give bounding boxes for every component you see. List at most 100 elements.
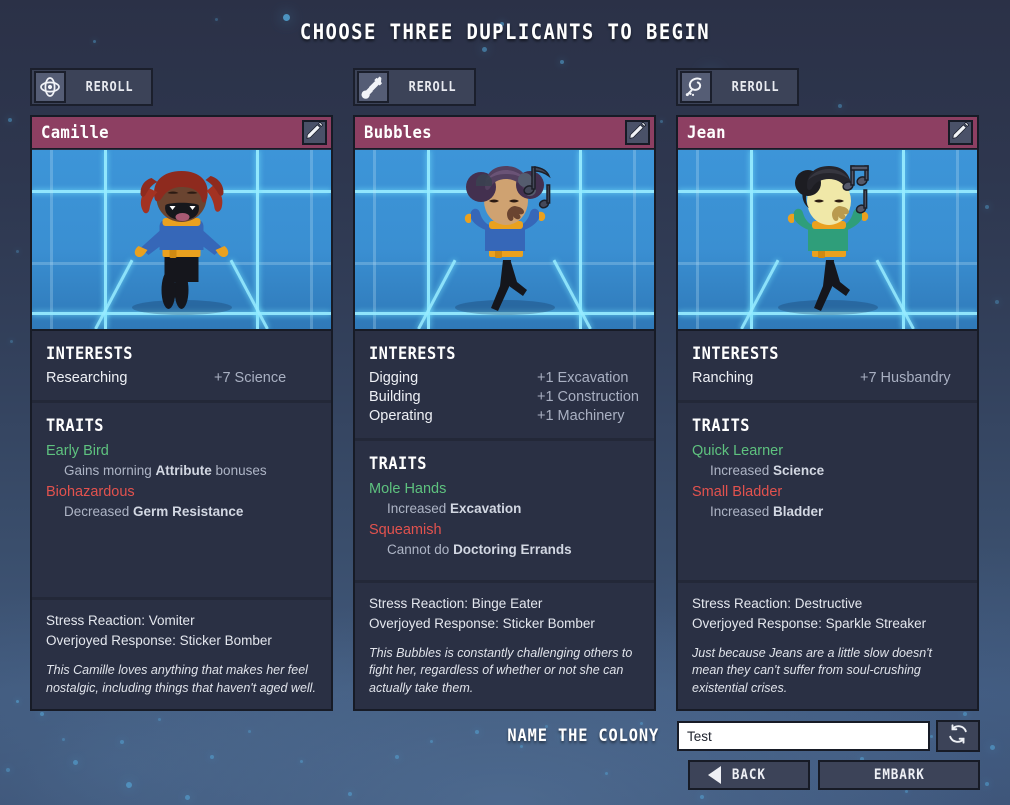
reroll-button-jean[interactable]: REROLL xyxy=(676,68,799,106)
trait-desc-attribute: Excavation xyxy=(450,501,522,516)
interest-bonus: +7 Science xyxy=(214,370,287,386)
interest-bonus: +1 Excavation xyxy=(537,370,629,386)
reroll-button-label: REROLL xyxy=(408,79,457,95)
duplicant-portrait xyxy=(678,150,977,331)
interests-section: INTERESTS Researching +7 Science xyxy=(32,331,331,403)
edit-name-button[interactable] xyxy=(302,120,327,145)
trait-name: Early Bird xyxy=(46,443,109,459)
reroll-button-bubbles[interactable]: REROLL xyxy=(353,68,476,106)
page-title: CHOOSE THREE DUPLICANTS TO BEGIN xyxy=(299,20,711,44)
trait-desc-prefix: Decreased xyxy=(64,504,134,519)
duplicant-name-header: Camille xyxy=(32,117,331,149)
interest-bonus: +1 Construction xyxy=(537,389,639,405)
trait-desc-prefix: Increased xyxy=(710,463,774,478)
trait-name: Small Bladder xyxy=(692,484,783,500)
stress-reaction: Stress Reaction: Binge Eater xyxy=(369,595,543,611)
interest-row: Operating +1 Machinery xyxy=(369,407,640,426)
trait-desc-suffix: bonuses xyxy=(211,463,267,478)
pencil-icon xyxy=(305,121,324,145)
trait-row: Biohazardous Decreased Germ Resistance xyxy=(46,482,317,521)
trait-description: Cannot do Doctoring Errands xyxy=(369,540,640,559)
shovel-icon xyxy=(357,71,389,103)
overjoyed-response: Overjoyed Response: Sticker Bomber xyxy=(46,633,272,648)
bio-section: Stress Reaction: Vomiter Overjoyed Respo… xyxy=(32,600,331,709)
stress-reaction: Stress Reaction: Destructive xyxy=(692,595,863,611)
duplicant-portrait xyxy=(32,150,331,331)
trait-desc-attribute: Germ Resistance xyxy=(133,504,244,519)
back-button[interactable]: BACK xyxy=(688,760,810,790)
duplicant-column-bubbles: REROLL Bubbles INTERESTS Digging +1 Exca… xyxy=(353,68,656,711)
trait-row: Small Bladder Increased Bladder xyxy=(692,482,963,521)
duplicant-name: Jean xyxy=(687,122,726,143)
interests-section: INTERESTS Ranching +7 Husbandry xyxy=(678,331,977,403)
trait-row: Quick Learner Increased Science xyxy=(692,441,963,480)
pencil-icon xyxy=(951,121,970,145)
duplicant-name-header: Jean xyxy=(678,117,977,149)
trait-name: Mole Hands xyxy=(369,481,447,497)
duplicant-card: Bubbles INTERESTS Digging +1 Excavation … xyxy=(353,115,656,711)
duplicant-column-jean: REROLL Jean INTERESTS Ranching +7 Husban… xyxy=(676,68,979,711)
trait-desc-attribute: Science xyxy=(773,463,825,478)
ranching-icon xyxy=(680,71,712,103)
edit-name-button[interactable] xyxy=(625,120,650,145)
colony-name-input[interactable] xyxy=(677,721,930,751)
traits-title: TRAITS xyxy=(46,416,104,436)
interest-name: Building xyxy=(369,389,421,405)
duplicant-bio: Just because Jeans are a little slow doe… xyxy=(692,645,933,695)
trait-description: Increased Excavation xyxy=(369,499,640,518)
trait-row: Squeamish Cannot do Doctoring Errands xyxy=(369,520,640,559)
reroll-button-camille[interactable]: REROLL xyxy=(30,68,153,106)
stress-reaction: Stress Reaction: Vomiter xyxy=(46,613,195,628)
traits-section: TRAITS Mole Hands Increased Excavation S… xyxy=(355,441,654,583)
reroll-button-label: REROLL xyxy=(731,79,780,95)
duplicant-bio: This Camille loves anything that makes h… xyxy=(46,663,316,695)
interest-name: Digging xyxy=(369,370,419,386)
duplicant-columns: REROLL Camille INTERESTS Researching +7 … xyxy=(30,68,980,711)
traits-section: TRAITS Quick Learner Increased Science S… xyxy=(678,403,977,583)
interest-row: Digging +1 Excavation xyxy=(369,369,640,388)
randomize-colony-name-button[interactable] xyxy=(936,720,980,752)
duplicant-sprite xyxy=(445,164,565,324)
interests-section: INTERESTS Digging +1 Excavation Building… xyxy=(355,331,654,441)
refresh-icon xyxy=(947,723,969,750)
interest-bonus: +1 Machinery xyxy=(537,408,625,424)
traits-section: TRAITS Early Bird Gains morning Attribut… xyxy=(32,403,331,600)
interest-row: Ranching +7 Husbandry xyxy=(692,369,963,388)
trait-row: Early Bird Gains morning Attribute bonus… xyxy=(46,441,317,480)
duplicant-column-camille: REROLL Camille INTERESTS Researching +7 … xyxy=(30,68,333,711)
trait-name: Quick Learner xyxy=(692,443,784,459)
duplicant-portrait xyxy=(355,150,654,331)
interests-title: INTERESTS xyxy=(369,344,456,364)
duplicant-name: Bubbles xyxy=(364,122,432,143)
duplicant-card: Camille INTERESTS Researching +7 Science… xyxy=(30,115,333,711)
traits-title: TRAITS xyxy=(692,416,750,436)
colony-name-label: NAME THE COLONY xyxy=(507,726,660,746)
action-button-row: BACK EMBARK xyxy=(688,760,980,790)
triangle-left-icon xyxy=(708,766,721,784)
embark-button[interactable]: EMBARK xyxy=(818,760,980,790)
trait-name: Biohazardous xyxy=(46,484,135,500)
interest-name: Ranching xyxy=(692,370,754,386)
duplicant-card: Jean INTERESTS Ranching +7 Husbandry TRA… xyxy=(676,115,979,711)
duplicant-bio: This Bubbles is constantly challenging o… xyxy=(369,645,633,695)
traits-title: TRAITS xyxy=(369,454,427,474)
overjoyed-response: Overjoyed Response: Sticker Bomber xyxy=(369,615,595,631)
embark-button-label: EMBARK xyxy=(873,767,925,783)
bio-section: Stress Reaction: Destructive Overjoyed R… xyxy=(678,583,977,710)
interest-row: Researching +7 Science xyxy=(46,369,317,388)
trait-name: Squeamish xyxy=(369,522,442,538)
edit-name-button[interactable] xyxy=(948,120,973,145)
bottom-bar: NAME THE COLONY BACK EMBARK xyxy=(0,710,1010,805)
atom-icon xyxy=(34,71,66,103)
trait-row: Mole Hands Increased Excavation xyxy=(369,479,640,518)
trait-description: Decreased Germ Resistance xyxy=(46,502,317,521)
duplicant-sprite xyxy=(124,164,239,319)
interest-bonus: +7 Husbandry xyxy=(860,370,951,386)
back-button-label: BACK xyxy=(732,767,766,783)
trait-desc-attribute: Doctoring Errands xyxy=(453,542,572,557)
overjoyed-response: Overjoyed Response: Sparkle Streaker xyxy=(692,615,927,631)
bio-section: Stress Reaction: Binge Eater Overjoyed R… xyxy=(355,583,654,710)
duplicant-sprite xyxy=(768,164,888,324)
trait-description: Increased Bladder xyxy=(692,502,963,521)
trait-desc-prefix: Gains morning xyxy=(64,463,156,478)
